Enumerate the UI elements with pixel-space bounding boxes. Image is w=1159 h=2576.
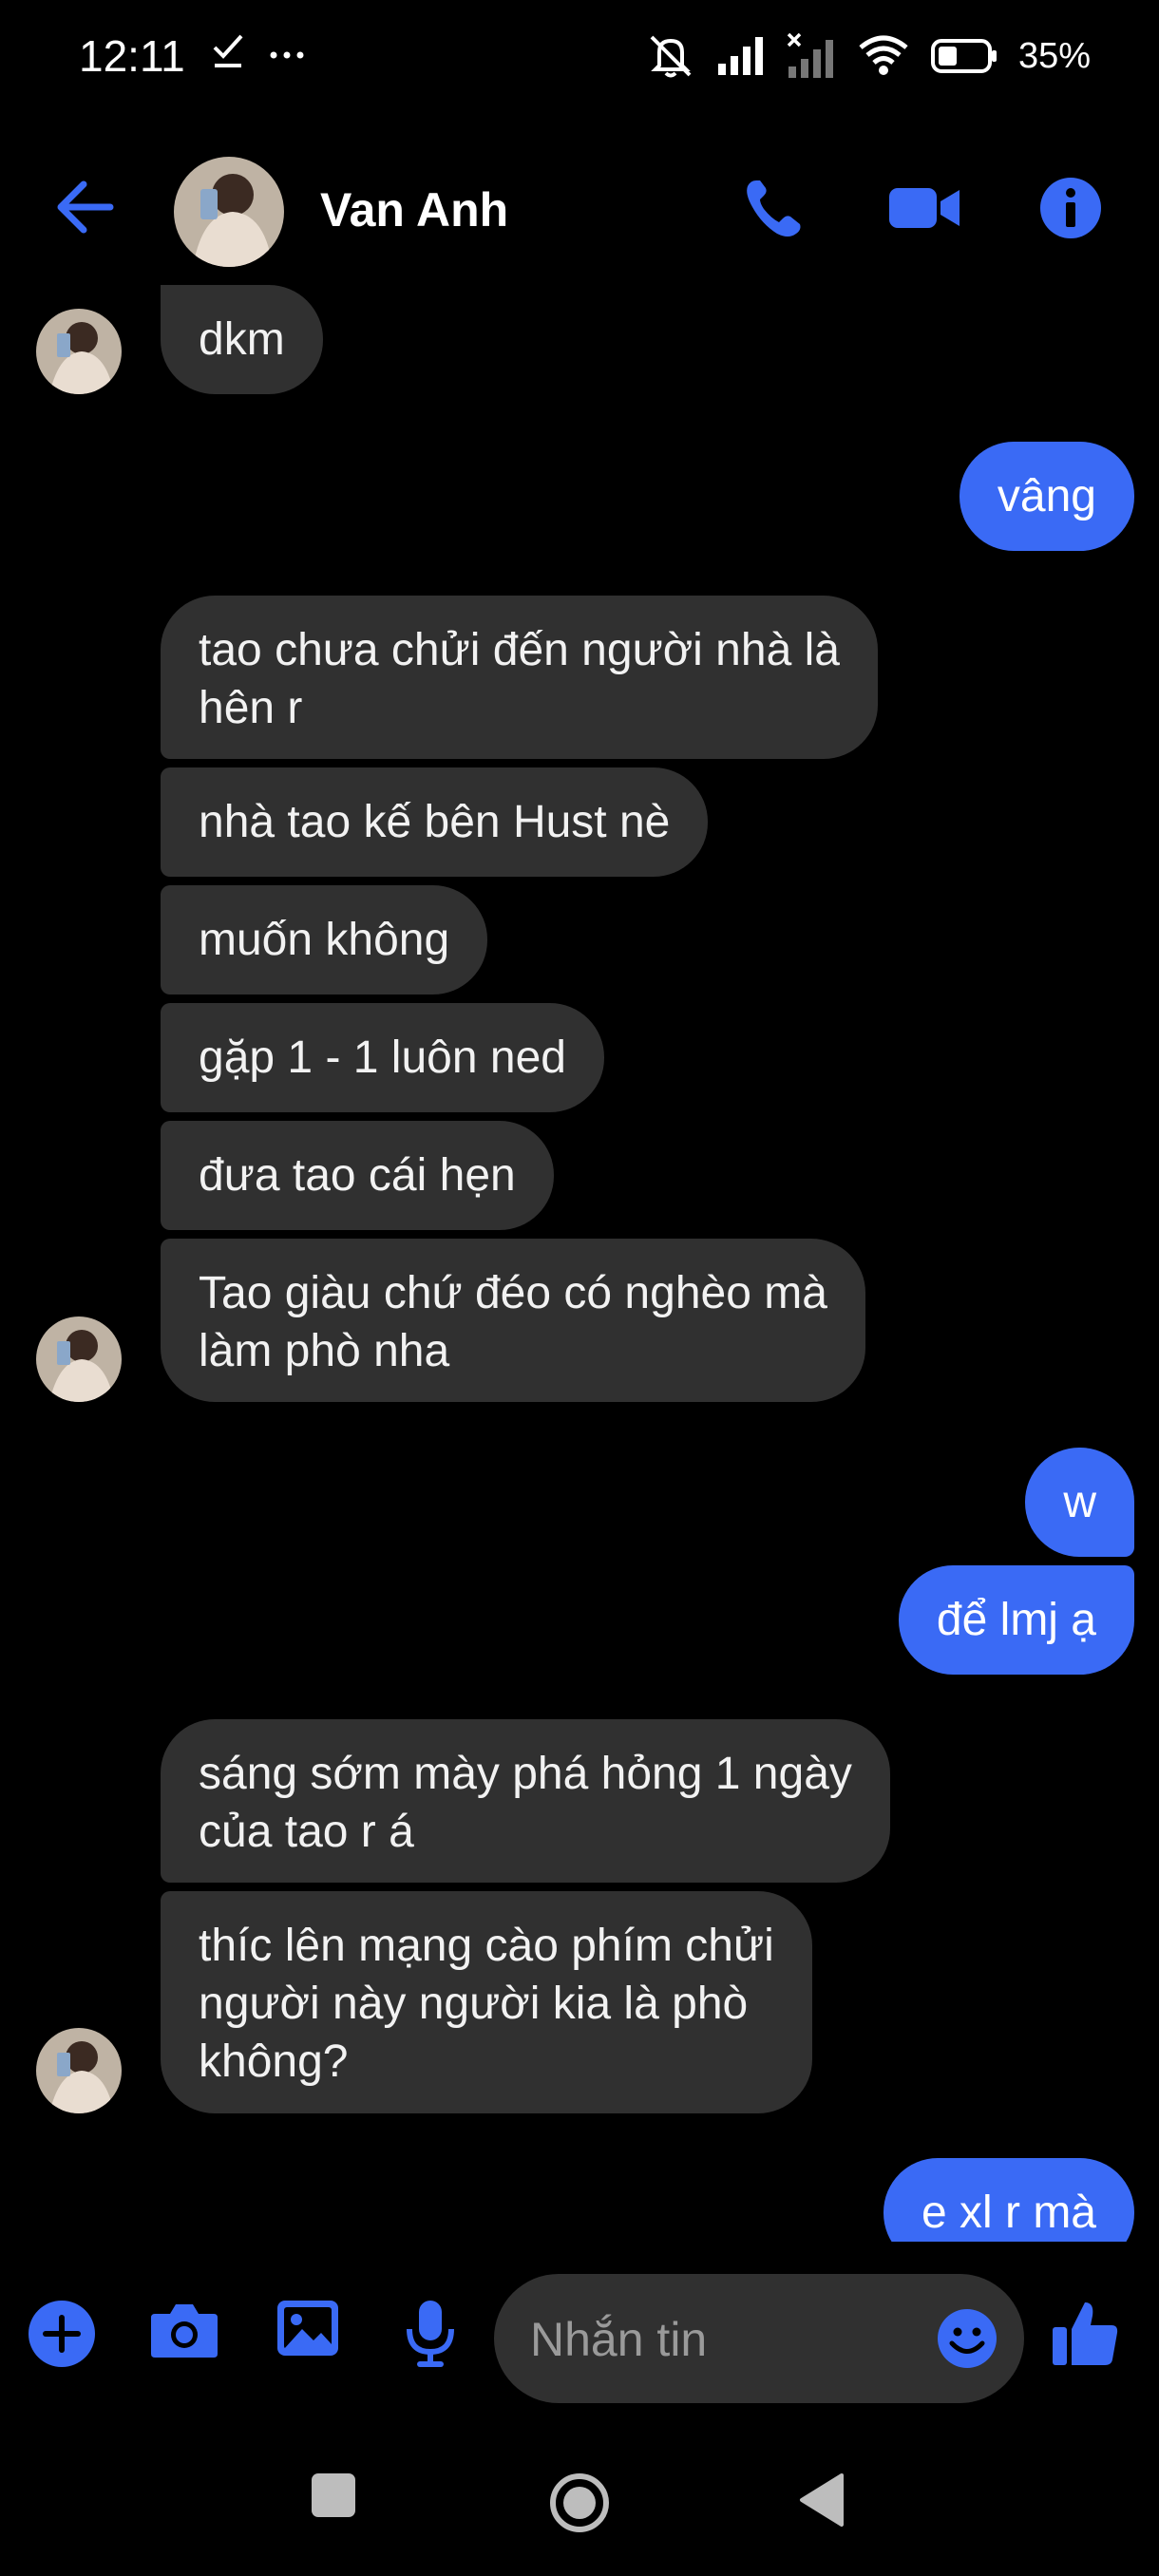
wifi-icon: [859, 35, 908, 75]
status-bar: 12:11 35%: [0, 0, 1159, 114]
system-nav-bar: [0, 2432, 1159, 2576]
message-incoming[interactable]: thíc lên mạng cào phím chửi người này ng…: [161, 1891, 812, 2113]
home-button[interactable]: [548, 2472, 611, 2534]
message-composer: Nhắn tin: [0, 2261, 1159, 2417]
message-incoming[interactable]: nhà tao kế bên Hust nè: [161, 767, 709, 877]
signal-icon: [717, 37, 763, 75]
message-input-placeholder: Nhắn tin: [530, 2313, 708, 2366]
chat-header: Van Anh: [0, 142, 1159, 280]
video-icon[interactable]: [887, 177, 961, 239]
plus-icon[interactable]: [27, 2299, 97, 2369]
camera-icon[interactable]: [149, 2299, 219, 2361]
status-time: 12:11: [79, 31, 185, 81]
message-incoming[interactable]: muốn không: [161, 885, 488, 994]
mute-icon: [650, 35, 692, 78]
info-icon[interactable]: [1039, 177, 1102, 239]
contact-avatar[interactable]: [174, 157, 284, 267]
sender-avatar: [36, 1316, 122, 1402]
recents-button[interactable]: [310, 2472, 357, 2519]
sender-avatar: [36, 2028, 122, 2113]
back-icon[interactable]: [53, 179, 114, 236]
like-icon[interactable]: [1051, 2299, 1119, 2367]
message-incoming[interactable]: Tao giàu chứ đéo có nghèo mà làm phò nha: [161, 1239, 865, 1402]
message-incoming[interactable]: gặp 1 - 1 luôn ned: [161, 1003, 604, 1112]
message-incoming[interactable]: đưa tao cái hẹn: [161, 1121, 554, 1230]
message-incoming[interactable]: tao chưa chửi đến người nhà là hên r: [161, 596, 878, 759]
battery-percent: 35%: [1017, 35, 1091, 76]
message-incoming[interactable]: dkm: [161, 285, 323, 394]
message-outgoing[interactable]: để lmj ạ: [898, 1565, 1134, 1675]
phone-icon[interactable]: [743, 177, 806, 239]
message-outgoing[interactable]: vâng: [959, 442, 1134, 551]
message-input[interactable]: Nhắn tin: [494, 2274, 1024, 2403]
more-dots-icon: [270, 51, 304, 59]
back-nav-button[interactable]: [798, 2472, 846, 2529]
message-outgoing[interactable]: w: [1025, 1448, 1134, 1557]
no-signal-icon: [787, 32, 833, 78]
gallery-icon[interactable]: [276, 2299, 340, 2358]
sender-avatar: [36, 309, 122, 394]
emoji-icon[interactable]: [937, 2308, 998, 2369]
message-outgoing[interactable]: e xl r mà: [883, 2158, 1134, 2242]
message-thread[interactable]: dkm vâng tao chưa chửi đến người nhà là …: [0, 285, 1159, 2242]
battery-icon: [930, 39, 997, 73]
status-right-icons: 35%: [646, 32, 1091, 80]
contact-name[interactable]: Van Anh: [320, 182, 508, 237]
check-icon: [213, 34, 243, 67]
message-incoming[interactable]: sáng sớm mày phá hỏng 1 ngày của tao r á: [161, 1719, 890, 1883]
mic-icon[interactable]: [404, 2299, 457, 2369]
status-left-icons: [211, 32, 306, 70]
